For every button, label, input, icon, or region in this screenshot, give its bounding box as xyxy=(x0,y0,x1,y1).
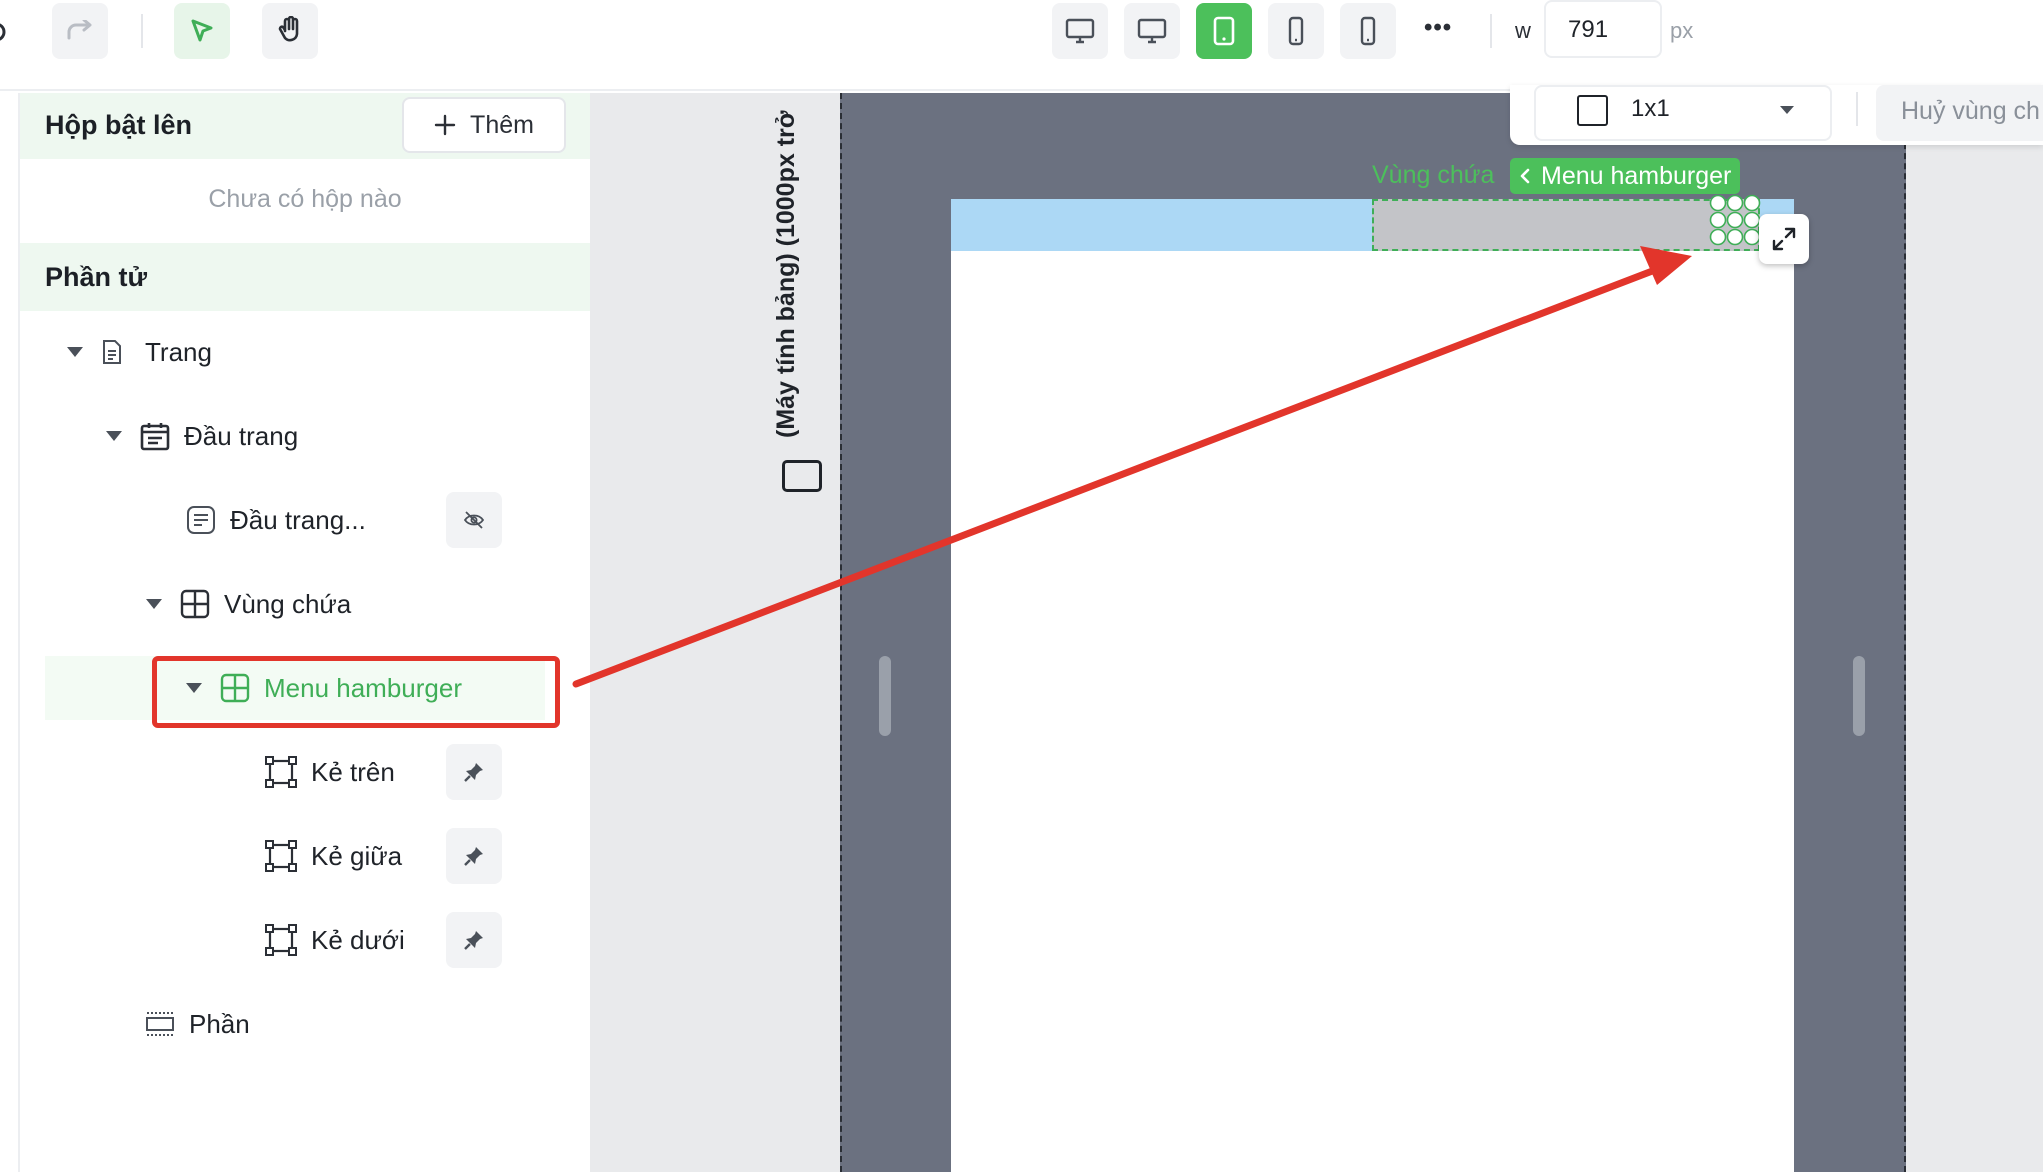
cancel-container-button[interactable]: Huỷ vùng ch xyxy=(1876,85,2043,141)
chevron-left-icon xyxy=(1520,168,1530,184)
redo-icon xyxy=(67,20,92,40)
divider-shape-icon xyxy=(265,840,297,872)
layers-sidebar: Hộp bật lên Thêm Chưa có hộp nào Phần tử… xyxy=(20,93,590,1172)
tablet-icon xyxy=(1213,16,1235,46)
divider-shape-icon xyxy=(265,924,297,956)
grid-select-value: 1x1 xyxy=(1631,95,1670,122)
popup-section-header: Hộp bật lên Thêm xyxy=(20,93,590,159)
dots-grid-icon xyxy=(1709,194,1761,246)
tree-label: Kẻ dưới xyxy=(311,924,405,955)
tree-label: Vùng chứa xyxy=(224,588,352,619)
visibility-toggle-button[interactable] xyxy=(446,492,502,548)
add-popup-label: Thêm xyxy=(470,110,534,139)
phone-icon xyxy=(1288,16,1304,46)
top-toolbar: ••• w 791 px xyxy=(0,0,2043,91)
resize-handle-right[interactable] xyxy=(1853,656,1865,736)
tree-item-trang[interactable]: Trang xyxy=(67,320,212,384)
page-icon xyxy=(103,340,121,364)
drag-dots-handle[interactable] xyxy=(1709,193,1761,247)
popup-empty-text: Chưa có hộp nào xyxy=(208,185,402,213)
cursor-arrow-icon xyxy=(191,19,213,42)
monitor-icon xyxy=(1065,18,1095,44)
width-input[interactable]: 791 xyxy=(1544,0,1662,58)
expand-diagonal-icon xyxy=(1772,227,1796,251)
width-label: w xyxy=(1515,18,1531,43)
pin-icon xyxy=(464,847,483,866)
breadcrumb-current-label: Menu hamburger xyxy=(1541,161,1732,190)
tree-label: Kẻ giữa xyxy=(311,840,403,871)
tree-label: Đầu trang xyxy=(184,420,299,451)
tree-item-dau-trang-child[interactable]: Đầu trang... xyxy=(186,488,366,552)
pin-button[interactable] xyxy=(446,912,502,968)
pin-icon xyxy=(464,931,483,950)
select-tool-button[interactable] xyxy=(174,3,230,59)
panel-separator xyxy=(1856,92,1858,126)
container-grid-icon xyxy=(180,589,210,619)
pin-button[interactable] xyxy=(446,828,502,884)
tree-item-ke-giua[interactable]: Kẻ giữa xyxy=(265,824,402,888)
elements-section-header: Phần tử xyxy=(20,243,590,311)
caret-down-icon[interactable] xyxy=(67,347,83,357)
page-preview[interactable] xyxy=(951,199,1794,1172)
divider-shape-icon xyxy=(265,756,297,788)
tree-label: Kẻ trên xyxy=(311,756,395,787)
caret-down-icon[interactable] xyxy=(146,599,162,609)
tree-label: Đầu trang... xyxy=(230,504,366,535)
annotation-highlight-box xyxy=(152,656,560,728)
mobile-button[interactable] xyxy=(1340,3,1396,59)
caret-down-icon xyxy=(1780,106,1794,114)
width-unit-label: px xyxy=(1670,18,1694,43)
expand-button[interactable] xyxy=(1759,214,1809,264)
tree-item-dau-trang[interactable]: Đầu trang xyxy=(106,404,298,468)
toolbar-separator xyxy=(141,14,143,48)
toolbar-separator xyxy=(1490,14,1492,48)
breadcrumb-parent[interactable]: Vùng chứa xyxy=(1372,161,1494,190)
more-options-icon[interactable]: ••• xyxy=(1424,14,1452,42)
popup-section-title: Hộp bật lên xyxy=(45,110,192,140)
tree-item-ke-tren[interactable]: Kẻ trên xyxy=(265,740,395,804)
breakpoint-label: (Máy tính bảng) (1000px trở xyxy=(772,110,800,438)
caret-down-icon[interactable] xyxy=(106,431,122,441)
add-popup-button[interactable]: Thêm xyxy=(402,97,566,153)
resize-handle-left[interactable] xyxy=(879,656,891,736)
tree-label: Phần xyxy=(189,1008,250,1039)
phone-icon xyxy=(1360,16,1376,46)
menu-hamburger-element[interactable] xyxy=(1372,199,1760,251)
grid-checkbox[interactable] xyxy=(1577,95,1608,126)
mobile-landscape-button[interactable] xyxy=(1268,3,1324,59)
desktop-large-button[interactable] xyxy=(1052,3,1108,59)
header-icon xyxy=(140,423,170,451)
undo-icon[interactable] xyxy=(0,20,10,44)
redo-button[interactable] xyxy=(52,3,108,59)
left-rail xyxy=(0,93,20,1172)
eye-off-icon xyxy=(463,511,485,529)
plus-icon xyxy=(434,114,456,136)
hand-tool-button[interactable] xyxy=(262,3,318,59)
elements-section-title: Phần tử xyxy=(45,262,148,292)
tree-item-phan[interactable]: Phần xyxy=(145,992,250,1056)
section-icon xyxy=(146,1012,174,1036)
tree-label: Trang xyxy=(145,336,212,367)
tree-item-ke-duoi[interactable]: Kẻ dưới xyxy=(265,908,405,972)
tablet-button[interactable] xyxy=(1196,3,1252,59)
desktop-button[interactable] xyxy=(1124,3,1180,59)
pin-button[interactable] xyxy=(446,744,502,800)
tablet-landscape-icon xyxy=(782,460,822,492)
pin-icon xyxy=(464,763,483,782)
breadcrumb-current-chip[interactable]: Menu hamburger xyxy=(1510,158,1741,194)
breakpoint-label-area: (Máy tính bảng) (1000px trở xyxy=(737,100,807,520)
tree-item-vung-chua[interactable]: Vùng chứa xyxy=(146,572,351,636)
text-block-icon xyxy=(187,506,215,534)
hand-icon xyxy=(278,16,299,42)
monitor-icon xyxy=(1137,18,1167,44)
